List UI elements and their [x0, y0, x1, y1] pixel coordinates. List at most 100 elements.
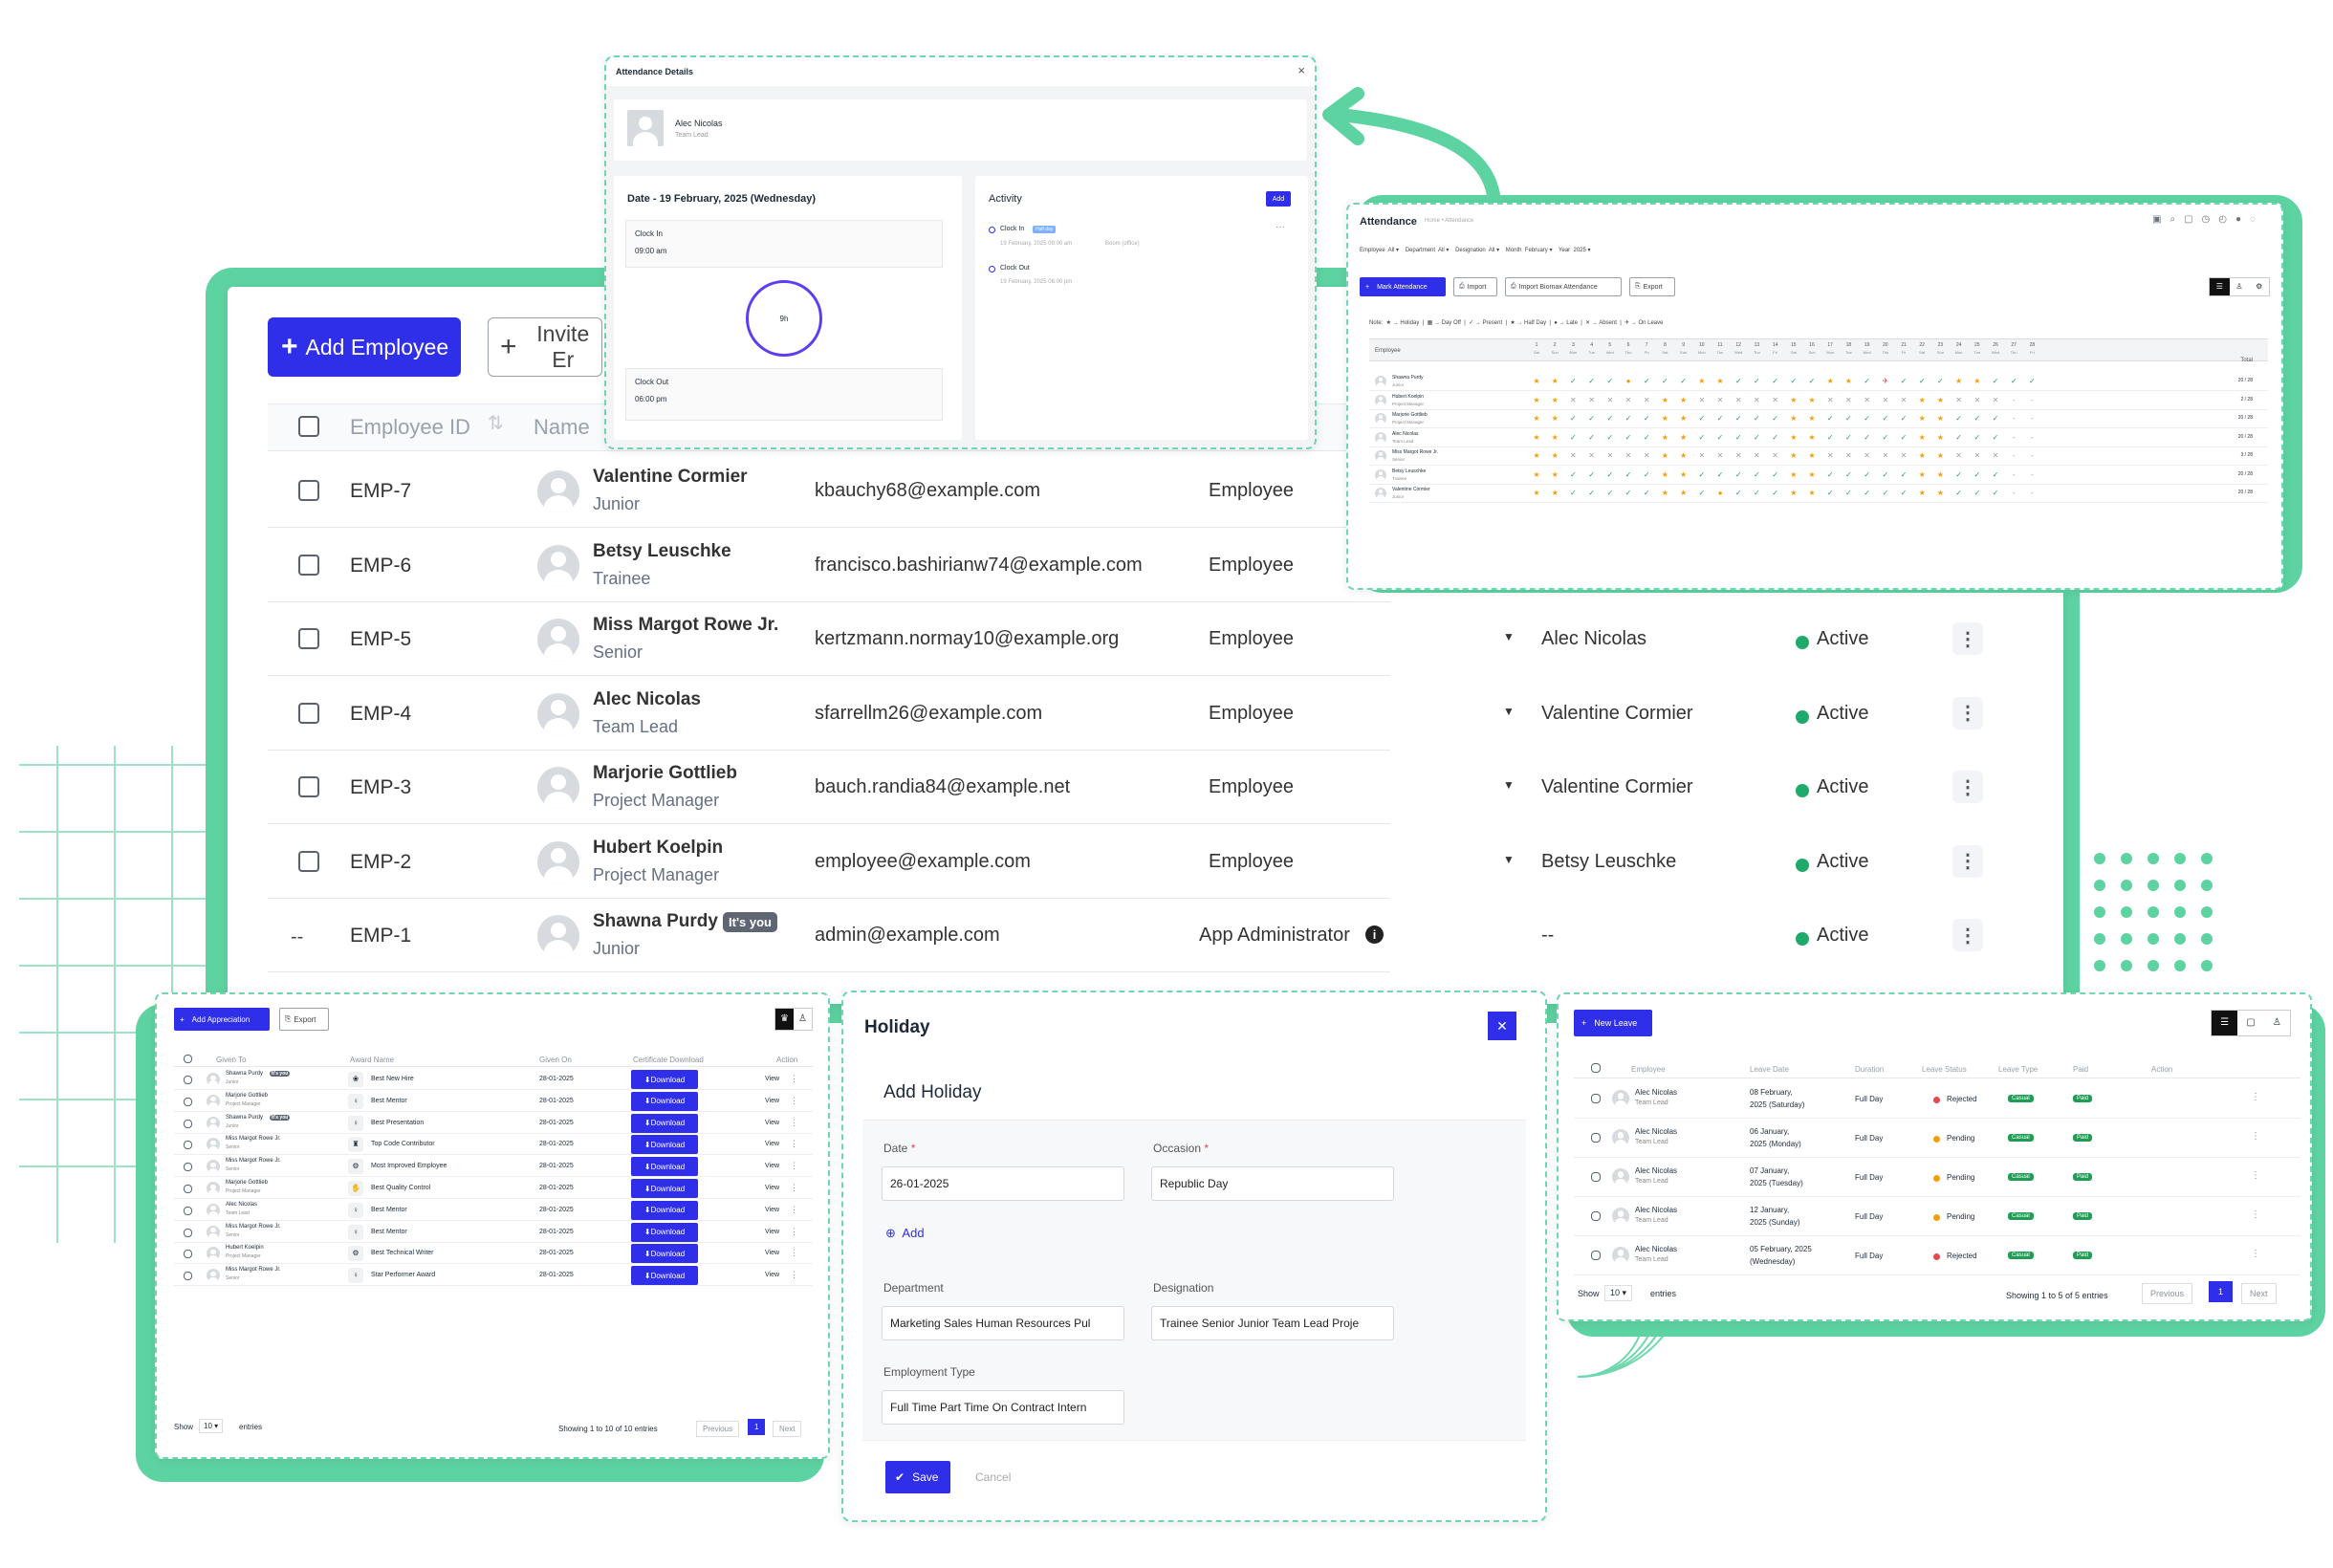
award-icon[interactable]: ♙ — [794, 1009, 812, 1030]
present-icon[interactable]: ✓ — [2023, 377, 2040, 385]
absent-icon[interactable]: ✕ — [1951, 396, 1968, 404]
close-button[interactable]: ✕ — [1488, 1012, 1516, 1040]
late-icon[interactable]: ● — [1712, 489, 1729, 497]
trophy-icon[interactable]: ♛ — [775, 1009, 794, 1030]
holiday-icon[interactable]: ★ — [1675, 414, 1692, 423]
holiday-icon[interactable]: ★ — [1840, 377, 1857, 385]
download-button[interactable]: ⬇ Download — [631, 1244, 698, 1264]
absent-icon[interactable]: ✕ — [1895, 451, 1912, 460]
row-checkbox[interactable] — [1591, 1133, 1601, 1143]
empty-icon[interactable]: - — [2005, 451, 2022, 460]
absent-icon[interactable]: ✕ — [1859, 396, 1876, 404]
absent-icon[interactable]: ✕ — [1693, 396, 1711, 404]
page-size-select[interactable]: 10 ▾ — [1604, 1285, 1633, 1301]
present-icon[interactable]: ✓ — [1987, 489, 2004, 497]
absent-icon[interactable]: ✕ — [1767, 451, 1784, 460]
absent-icon[interactable]: ✕ — [1767, 396, 1784, 404]
more-icon[interactable]: ⋮ — [790, 1118, 798, 1128]
present-icon[interactable]: ✓ — [1877, 470, 1894, 479]
present-icon[interactable]: ✓ — [1767, 433, 1784, 442]
present-icon[interactable]: ✓ — [2005, 377, 2022, 385]
present-icon[interactable]: ✓ — [1895, 414, 1912, 423]
absent-icon[interactable]: ✕ — [1712, 451, 1729, 460]
empty-icon[interactable]: - — [2005, 489, 2022, 497]
employee-name[interactable]: Marjorie Gottlieb — [226, 1093, 268, 1099]
absent-icon[interactable]: ✕ — [1620, 396, 1637, 404]
holiday-icon[interactable]: ★ — [1528, 451, 1545, 460]
occasion-input[interactable]: Republic Day — [1151, 1166, 1394, 1201]
present-icon[interactable]: ✓ — [1583, 470, 1601, 479]
holiday-icon[interactable]: ★ — [1528, 489, 1545, 497]
holiday-icon[interactable]: ★ — [1528, 414, 1545, 423]
present-icon[interactable]: ✓ — [1895, 489, 1912, 497]
absent-icon[interactable]: ✕ — [1712, 396, 1729, 404]
holiday-icon[interactable]: ★ — [1712, 377, 1729, 385]
empty-icon[interactable]: - — [2023, 396, 2040, 404]
holiday-icon[interactable]: ★ — [1656, 433, 1673, 442]
absent-icon[interactable]: ✕ — [1602, 396, 1619, 404]
absent-icon[interactable]: ✕ — [1730, 396, 1747, 404]
more-icon[interactable]: ⋮ — [2251, 1209, 2260, 1220]
present-icon[interactable]: ✓ — [1951, 414, 1968, 423]
user-icon[interactable]: ♙ — [2264, 1011, 2290, 1035]
late-icon[interactable]: ● — [1620, 377, 1637, 385]
absent-icon[interactable]: ✕ — [1859, 451, 1876, 460]
download-button[interactable]: ⬇ Download — [631, 1179, 698, 1198]
absent-icon[interactable]: ✕ — [1638, 396, 1655, 404]
row-checkbox[interactable] — [298, 480, 319, 501]
holiday-icon[interactable]: ★ — [1803, 433, 1821, 442]
more-icon[interactable]: ⋮ — [1952, 696, 1983, 730]
more-icon[interactable]: ⋮ — [790, 1074, 798, 1084]
empty-icon[interactable]: - — [2023, 433, 2040, 442]
view-link[interactable]: View — [765, 1098, 779, 1104]
department-select[interactable]: Marketing Sales Human Resources Pul — [882, 1306, 1124, 1340]
employee-name[interactable]: Alec Nicolas — [1635, 1245, 1677, 1253]
sort-icon[interactable]: ⇅ — [488, 411, 504, 435]
employee-name[interactable]: Alec Nicolas — [1635, 1127, 1677, 1136]
employee-name[interactable]: Alec Nicolas — [1635, 1166, 1677, 1175]
view-link[interactable]: View — [765, 1272, 779, 1278]
holiday-icon[interactable]: ★ — [1913, 433, 1930, 442]
employee-name[interactable]: Miss Margot Rowe Jr. — [593, 615, 778, 636]
absent-icon[interactable]: ✕ — [1969, 451, 1986, 460]
empty-icon[interactable]: - — [2023, 470, 2040, 479]
date-input[interactable]: 26-01-2025 — [882, 1166, 1124, 1201]
employee-name[interactable]: Miss Margot Rowe Jr. — [226, 1158, 281, 1164]
next-button[interactable]: Next — [773, 1421, 802, 1437]
absent-icon[interactable]: ✕ — [1840, 451, 1857, 460]
present-icon[interactable]: ✓ — [1748, 414, 1765, 423]
present-icon[interactable]: ✓ — [1767, 470, 1784, 479]
download-button[interactable]: ⬇ Download — [631, 1113, 698, 1133]
present-icon[interactable]: ✓ — [1730, 433, 1747, 442]
present-icon[interactable]: ✓ — [1712, 414, 1729, 423]
holiday-icon[interactable]: ★ — [1803, 414, 1821, 423]
holiday-icon[interactable]: ★ — [1931, 470, 1949, 479]
holiday-icon[interactable]: ★ — [1913, 414, 1930, 423]
absent-icon[interactable]: ✕ — [1877, 396, 1894, 404]
row-checkbox[interactable] — [184, 1076, 192, 1084]
present-icon[interactable]: ✓ — [1638, 489, 1655, 497]
row-checkbox[interactable] — [298, 628, 319, 649]
holiday-icon[interactable]: ★ — [1675, 451, 1692, 460]
more-icon[interactable]: ⋮ — [1952, 919, 1983, 951]
row-checkbox[interactable] — [1591, 1094, 1601, 1103]
row-checkbox[interactable] — [298, 554, 319, 576]
absent-icon[interactable]: ✕ — [1951, 451, 1968, 460]
present-icon[interactable]: ✓ — [1821, 433, 1839, 442]
user-view-icon[interactable]: ♙ — [2230, 278, 2250, 295]
present-icon[interactable]: ✓ — [1877, 414, 1894, 423]
present-icon[interactable]: ✓ — [1620, 489, 1637, 497]
present-icon[interactable]: ✓ — [1767, 489, 1784, 497]
row-checkbox[interactable] — [184, 1228, 192, 1237]
holiday-icon[interactable]: ★ — [1821, 377, 1839, 385]
holiday-icon[interactable]: ★ — [1803, 451, 1821, 460]
present-icon[interactable]: ✓ — [1821, 414, 1839, 423]
present-icon[interactable]: ✓ — [1913, 377, 1930, 385]
present-icon[interactable]: ✓ — [1840, 414, 1857, 423]
select-all-checkbox[interactable] — [184, 1055, 192, 1063]
absent-icon[interactable]: ✕ — [1987, 451, 2004, 460]
holiday-icon[interactable]: ★ — [1913, 470, 1930, 479]
present-icon[interactable]: ✓ — [1675, 377, 1692, 385]
absent-icon[interactable]: ✕ — [1969, 396, 1986, 404]
next-button[interactable]: Next — [2241, 1283, 2277, 1304]
